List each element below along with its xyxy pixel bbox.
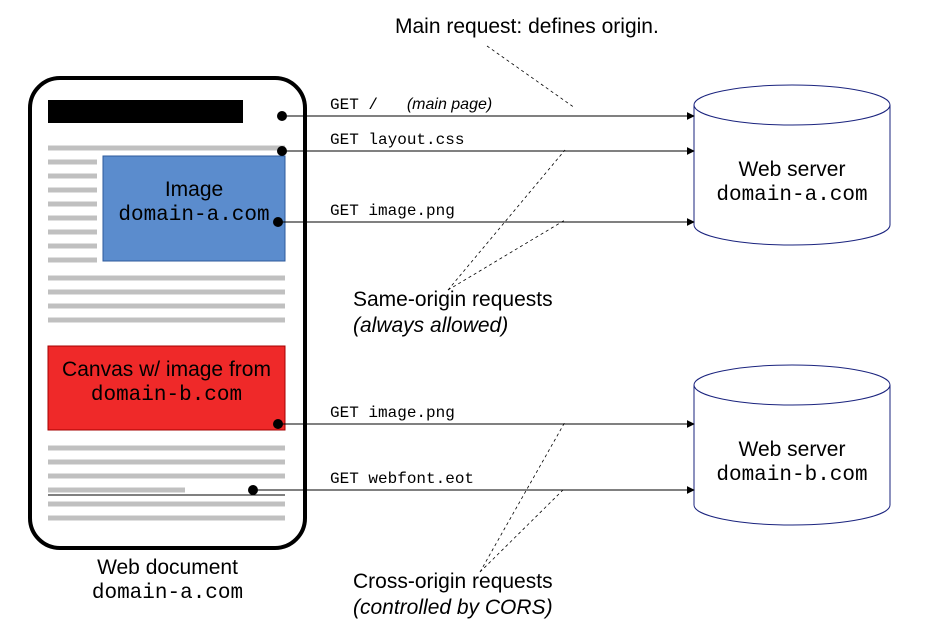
webdoc-caption-line1: Web document [30,556,305,580]
req-webfont-text: GET webfont.eot [330,470,474,488]
same-origin-line1: Same-origin requests [353,288,553,312]
same-origin-line2: (always allowed) [353,314,508,338]
webdoc-blackbar [48,100,243,123]
req-image-a-text: GET image.png [330,202,455,220]
canvas-label-line1: Canvas w/ image from [48,358,285,382]
server-b-line1: Web server [694,438,890,462]
req-layoutcss-text: GET layout.css [330,131,464,149]
cross-origin-line1: Cross-origin requests [353,570,553,594]
image-label-line1: Image [103,178,285,202]
webdoc-caption-line2: domain-a.com [30,582,305,606]
leader-same-origin [448,150,565,290]
image-label-line2: domain-a.com [103,204,285,228]
server-a-line2: domain-a.com [694,184,890,208]
req-image-b-text: GET image.png [330,404,455,422]
req-mainpage-text: GET / (main page) [330,96,492,114]
leader-title [487,46,575,108]
server-b-line2: domain-b.com [694,464,890,488]
title-note: Main request: defines origin. [395,15,659,39]
cross-origin-line2: (controlled by CORS) [353,596,553,620]
leader-cross-origin [480,422,565,572]
canvas-label-line2: domain-b.com [48,384,285,408]
server-a-line1: Web server [694,158,890,182]
